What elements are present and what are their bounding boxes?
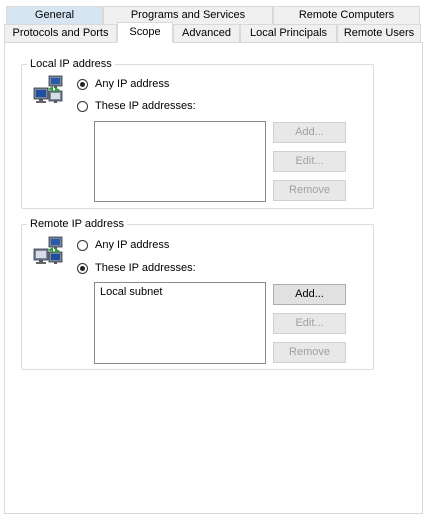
- tab-advanced[interactable]: Advanced: [173, 24, 240, 43]
- tab-protocols-and-ports[interactable]: Protocols and Ports: [4, 24, 117, 43]
- remote-these-ip-label[interactable]: These IP addresses:: [95, 262, 196, 275]
- remote-add-button[interactable]: Add...: [273, 284, 346, 305]
- network-computers-icon: [33, 236, 63, 264]
- remote-any-ip-label[interactable]: Any IP address: [95, 239, 169, 252]
- local-edit-button[interactable]: Edit...: [273, 151, 346, 172]
- tab-local-principals[interactable]: Local Principals: [240, 24, 337, 43]
- tab-general[interactable]: General: [6, 6, 103, 25]
- local-remove-button[interactable]: Remove: [273, 180, 346, 201]
- local-ip-list[interactable]: [94, 121, 266, 202]
- local-these-ip-label[interactable]: These IP addresses:: [95, 100, 196, 113]
- local-ip-group-title: Local IP address: [30, 58, 112, 70]
- local-any-ip-label[interactable]: Any IP address: [95, 78, 169, 91]
- remote-ip-group-title: Remote IP address: [30, 218, 124, 230]
- remote-ip-list-item[interactable]: Local subnet: [100, 286, 260, 299]
- tab-scope[interactable]: Scope: [117, 22, 173, 43]
- local-these-ip-radio[interactable]: [77, 101, 88, 112]
- remote-ip-list[interactable]: Local subnet: [94, 282, 266, 364]
- remote-any-ip-radio[interactable]: [77, 240, 88, 251]
- local-any-ip-radio[interactable]: [77, 79, 88, 90]
- tab-remote-users[interactable]: Remote Users: [337, 24, 421, 43]
- remote-remove-button[interactable]: Remove: [273, 342, 346, 363]
- tab-remote-computers[interactable]: Remote Computers: [273, 6, 420, 25]
- remote-edit-button[interactable]: Edit...: [273, 313, 346, 334]
- remote-these-ip-radio[interactable]: [77, 263, 88, 274]
- local-add-button[interactable]: Add...: [273, 122, 346, 143]
- network-computers-icon: [33, 75, 63, 103]
